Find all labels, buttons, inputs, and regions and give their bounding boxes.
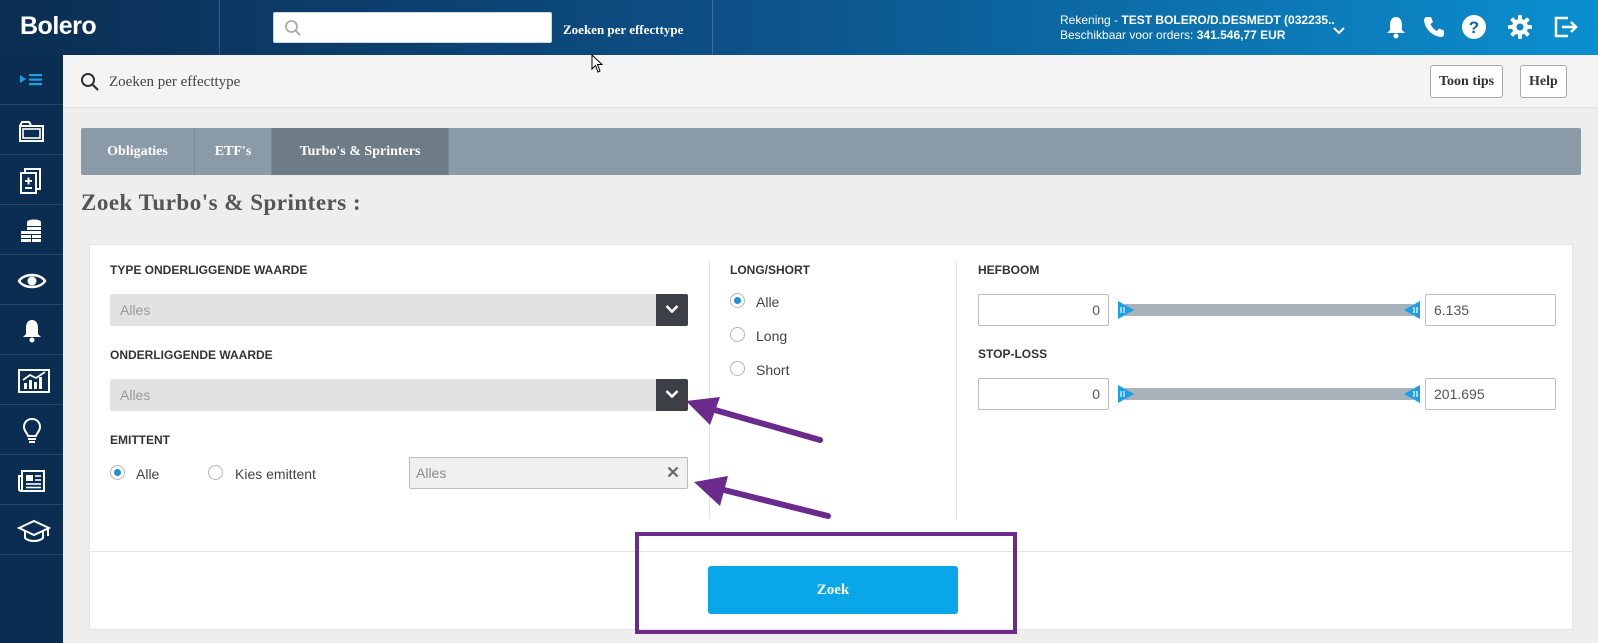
stop-loss-slider-min-handle[interactable] <box>1116 383 1136 405</box>
sidebar-item-ideas[interactable] <box>0 405 63 455</box>
mouse-cursor-icon <box>591 54 604 73</box>
search-icon <box>81 73 99 91</box>
eye-icon <box>17 273 47 289</box>
annotation-arrow <box>694 476 831 519</box>
sidebar-item-portfolio[interactable] <box>0 105 63 155</box>
tab-turbos-sprinters[interactable]: Turbo's & Sprinters <box>272 128 449 175</box>
bolero-logo[interactable]: Bolero <box>20 12 97 41</box>
orders-icon <box>20 168 41 194</box>
long-short-radio-long[interactable] <box>730 327 745 342</box>
search-icon <box>285 20 301 36</box>
sidebar-item-news[interactable] <box>0 455 63 505</box>
stop-loss-slider-max-handle[interactable] <box>1402 383 1422 405</box>
leverage-slider-track[interactable] <box>1124 304 1414 316</box>
annotation-arrow <box>686 397 823 443</box>
phone-icon[interactable] <box>1420 13 1448 41</box>
issuer-radio-all-label: Alle <box>136 466 160 482</box>
bell-icon <box>23 320 41 343</box>
leverage-label: HEFBOOM <box>978 263 1040 277</box>
show-tips-button[interactable]: Toon tips <box>1430 65 1504 98</box>
type-underlying-label: TYPE ONDERLIGGENDE WAARDE <box>110 263 308 277</box>
tab-obligaties[interactable]: Obligaties <box>81 128 195 175</box>
chevron-down-icon <box>665 305 679 314</box>
stop-loss-label: STOP-LOSS <box>978 347 1048 361</box>
divider <box>219 0 220 55</box>
sidebar-item-charts[interactable] <box>0 355 63 405</box>
close-icon[interactable] <box>667 466 679 478</box>
long-short-radio-all-label: Alle <box>756 294 780 310</box>
sidebar-item-academy[interactable] <box>0 505 63 555</box>
stop-loss-min-input[interactable]: 0 <box>978 378 1109 410</box>
issuer-label: EMITTENT <box>110 433 170 447</box>
lightbulb-icon <box>22 417 42 443</box>
chevron-down-icon <box>665 390 679 399</box>
issuer-radio-choose-label: Kies emittent <box>235 466 316 482</box>
long-short-radio-all[interactable] <box>730 293 745 308</box>
news-icon <box>18 470 45 492</box>
menu-toggle-icon <box>20 74 42 86</box>
sidebar-item-orders[interactable] <box>0 155 63 205</box>
coins-icon <box>21 219 41 242</box>
sidebar-item-watchlist[interactable] <box>0 255 63 305</box>
page-title: Zoek Turbo's & Sprinters : <box>81 190 362 215</box>
tab-etfs[interactable]: ETF's <box>195 128 272 175</box>
chart-icon <box>18 369 50 393</box>
graduation-cap-icon <box>17 519 51 542</box>
long-short-label: LONG/SHORT <box>730 263 810 277</box>
annotation-highlight-box <box>635 532 1017 634</box>
bell-icon[interactable] <box>1382 13 1410 41</box>
column-divider <box>956 261 957 519</box>
gear-icon[interactable] <box>1506 13 1534 41</box>
sidebar <box>0 55 63 643</box>
leverage-min-input[interactable]: 0 <box>978 294 1109 326</box>
available-line: Beschikbaar voor orders: 341.546,77 EUR <box>1060 28 1286 42</box>
leverage-slider-min-handle[interactable] <box>1116 299 1136 321</box>
account-line: Rekening - TEST BOLERO/D.DESMEDT (032235… <box>1060 13 1335 27</box>
top-search-input[interactable] <box>273 12 552 43</box>
svg-text:?: ? <box>1469 18 1479 37</box>
chevron-down-icon[interactable] <box>1333 27 1345 35</box>
dropdown-button[interactable] <box>656 294 688 326</box>
tab-bar: Obligaties ETF's Turbo's & Sprinters <box>81 128 1581 175</box>
leverage-slider-max-handle[interactable] <box>1402 299 1422 321</box>
select-value: Alles <box>120 387 151 403</box>
stop-loss-max-input[interactable]: 201.695 <box>1425 378 1556 410</box>
breadcrumb-bar: Zoeken per effecttype Toon tips Help <box>63 55 1598 108</box>
sidebar-item-alerts[interactable] <box>0 305 63 355</box>
issuer-radio-choose[interactable] <box>208 465 223 480</box>
help-button[interactable]: Help <box>1520 65 1567 98</box>
help-icon[interactable]: ? <box>1460 13 1488 41</box>
underlying-label: ONDERLIGGENDE WAARDE <box>110 348 273 362</box>
long-short-radio-long-label: Long <box>756 328 788 344</box>
issuer-input[interactable]: Alles <box>409 457 688 489</box>
top-bar: Bolero Zoeken per effecttype Rekening - … <box>0 0 1598 55</box>
leverage-max-input[interactable]: 6.135 <box>1425 294 1556 326</box>
search-by-type-link[interactable]: Zoeken per effecttype <box>563 22 683 38</box>
account-selector[interactable]: Rekening - TEST BOLERO/D.DESMEDT (032235… <box>1060 13 1335 43</box>
underlying-select[interactable]: Alles <box>110 379 688 411</box>
stop-loss-slider-track[interactable] <box>1124 388 1414 400</box>
divider <box>712 0 713 55</box>
issuer-input-value: Alles <box>416 465 447 481</box>
sidebar-item-coins[interactable] <box>0 205 63 255</box>
breadcrumb-title: Zoeken per effecttype <box>109 74 241 90</box>
long-short-radio-short[interactable] <box>730 361 745 376</box>
logout-icon[interactable] <box>1551 13 1579 41</box>
issuer-radio-all[interactable] <box>110 465 125 480</box>
select-value: Alles <box>120 302 151 318</box>
long-short-radio-short-label: Short <box>756 362 790 378</box>
type-underlying-select[interactable]: Alles <box>110 294 688 326</box>
portfolio-icon <box>19 121 44 142</box>
sidebar-item-menu[interactable] <box>0 55 63 105</box>
